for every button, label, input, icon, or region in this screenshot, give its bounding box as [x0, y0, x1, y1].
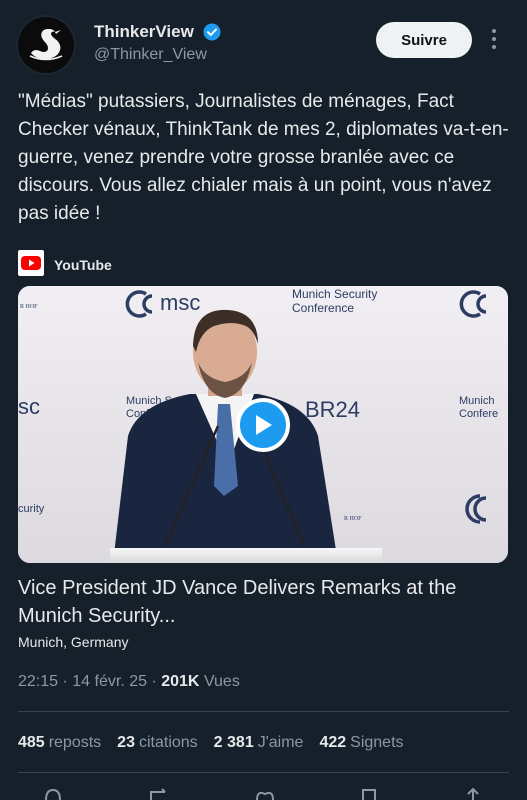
- podium: [110, 548, 382, 563]
- tweet-time[interactable]: 22:15: [18, 673, 58, 690]
- views-count: 201K: [161, 673, 200, 690]
- divider: [18, 772, 509, 773]
- msc-text-left: sc: [18, 394, 40, 419]
- msc-text: msc: [160, 290, 200, 315]
- repost-icon[interactable]: [148, 788, 170, 800]
- meta-separator: ·: [62, 673, 68, 690]
- reply-icon[interactable]: [42, 788, 64, 800]
- tweet-date[interactable]: 14 févr. 25: [72, 673, 147, 690]
- verified-badge-icon: [203, 23, 221, 46]
- share-icon[interactable]: [462, 788, 484, 800]
- stat-reposts[interactable]: 485 reposts: [18, 734, 101, 752]
- stat-label: reposts: [48, 734, 102, 751]
- security-text-left: curity: [18, 503, 45, 515]
- meta-separator: ·: [151, 673, 157, 690]
- engagement-stats: 485 reposts 23 citations 2 381 J'aime 422 Si…: [18, 734, 420, 752]
- tweet-meta: 22:15 · 14 févr. 25 · 201K Vues: [18, 673, 240, 691]
- stat-label: citations: [138, 734, 198, 751]
- like-icon[interactable]: [254, 788, 276, 800]
- stat-bookmarks[interactable]: 422 Signets: [319, 734, 403, 752]
- hof-text: R HOF: [344, 516, 362, 522]
- card-source[interactable]: YouTube: [18, 249, 112, 281]
- tweet-header: ThinkerView @Thinker_View Suivre: [0, 0, 527, 80]
- card-source-label: YouTube: [54, 257, 112, 273]
- follow-button[interactable]: Suivre: [376, 22, 472, 58]
- stat-count: 2 381: [213, 734, 254, 751]
- card-subtitle: Munich, Germany: [18, 634, 129, 650]
- bookmark-icon[interactable]: [358, 788, 380, 800]
- more-options-icon[interactable]: [490, 28, 498, 55]
- author-name[interactable]: ThinkerView: [94, 22, 194, 42]
- stat-label: Signets: [350, 734, 404, 751]
- br24-logo: BR24: [305, 397, 360, 422]
- card-title[interactable]: Vice President JD Vance Delivers Remarks…: [18, 574, 513, 630]
- hof-text-left: R HOF: [20, 304, 38, 310]
- divider: [18, 711, 509, 712]
- stat-label: J'aime: [257, 734, 304, 751]
- swan-logo-icon: [19, 18, 73, 72]
- play-icon: [256, 415, 272, 435]
- stat-citations[interactable]: 23 citations: [117, 734, 198, 752]
- stat-count: 485: [18, 734, 45, 751]
- youtube-icon: [18, 249, 44, 281]
- stat-likes[interactable]: 2 381 J'aime: [214, 734, 304, 752]
- conference-label-right: Munich Confere: [459, 395, 498, 420]
- stat-count: 422: [319, 734, 347, 751]
- action-bar: [0, 788, 527, 800]
- stat-count: 23: [117, 734, 135, 751]
- views-label: Vues: [203, 673, 240, 690]
- avatar[interactable]: [18, 17, 74, 73]
- author-handle[interactable]: @Thinker_View: [94, 46, 207, 64]
- play-button[interactable]: [236, 398, 290, 452]
- tweet-text: "Médias" putassiers, Journalistes de mén…: [18, 91, 509, 224]
